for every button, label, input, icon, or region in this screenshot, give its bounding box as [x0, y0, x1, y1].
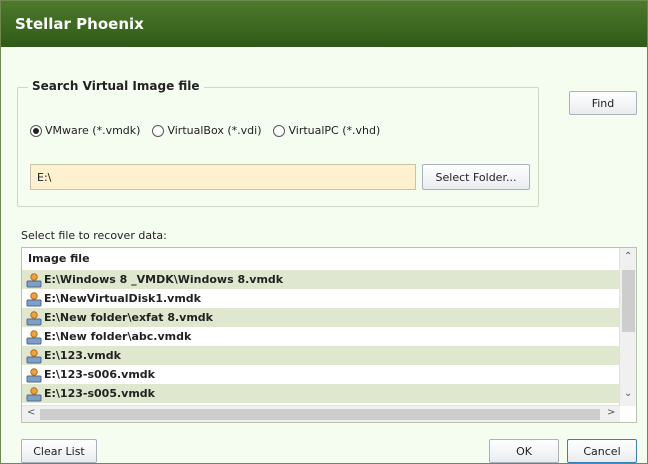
horizontal-scroll-thumb[interactable] [40, 409, 600, 420]
image-file-list[interactable]: Image file E:\Windows 8 _VMDK\Windows 8.… [21, 247, 637, 423]
radio-label: VMware (*.vmdk) [45, 124, 141, 137]
disk-user-icon [26, 386, 42, 402]
column-header-image-file[interactable]: Image file [22, 248, 620, 270]
radio-label: VirtualPC (*.vhd) [288, 124, 381, 137]
list-item-label: E:\123.vmdk [44, 349, 121, 362]
radio-vmware[interactable]: VMware (*.vmdk) [30, 124, 140, 137]
scroll-up-arrow-icon[interactable]: ⌃ [624, 251, 632, 262]
cancel-button[interactable]: Cancel [567, 439, 637, 463]
ok-button[interactable]: OK [489, 439, 559, 463]
disk-user-icon [26, 348, 42, 364]
list-item[interactable]: E:\New folder\abc.vmdk [22, 327, 620, 346]
list-item[interactable]: E:\Windows 8 _VMDK\Windows 8.vmdk [22, 270, 620, 289]
folder-path-input[interactable] [30, 164, 416, 190]
image-type-radio-group: VMware (*.vmdk) VirtualBox (*.vdi) Virtu… [30, 124, 392, 137]
vertical-scroll-thumb[interactable] [622, 270, 635, 332]
list-item[interactable]: E:\123-s005.vmdk [22, 384, 620, 403]
list-item[interactable]: E:\NewVirtualDisk1.vmdk [22, 289, 620, 308]
list-item-label: E:\123-s005.vmdk [44, 387, 155, 400]
list-item-label: E:\123-s006.vmdk [44, 368, 155, 381]
search-virtual-image-group: Search Virtual Image file VMware (*.vmdk… [17, 79, 539, 207]
list-item[interactable]: E:\123.vmdk [22, 346, 620, 365]
list-item-label: E:\Windows 8 _VMDK\Windows 8.vmdk [44, 273, 284, 286]
scroll-down-arrow-icon[interactable]: ⌄ [624, 388, 632, 399]
radio-virtualpc[interactable]: VirtualPC (*.vhd) [273, 124, 380, 137]
list-item[interactable]: E:\123-s006.vmdk [22, 365, 620, 384]
window-title: Stellar Phoenix [1, 1, 647, 47]
disk-user-icon [26, 329, 42, 345]
disk-user-icon [26, 310, 42, 326]
disk-user-icon [26, 367, 42, 383]
horizontal-scrollbar[interactable]: < > [22, 405, 620, 422]
radio-indicator[interactable] [152, 124, 165, 137]
scroll-right-arrow-icon[interactable]: > [607, 407, 615, 418]
app-window: Stellar Phoenix Search Virtual Image fil… [0, 0, 648, 464]
radio-virtualbox[interactable]: VirtualBox (*.vdi) [152, 124, 261, 137]
list-item-label: E:\NewVirtualDisk1.vmdk [44, 292, 201, 305]
select-folder-button[interactable]: Select Folder... [422, 164, 530, 190]
radio-indicator[interactable] [273, 124, 286, 137]
list-item-label: E:\New folder\abc.vmdk [44, 330, 192, 343]
list-item[interactable]: E:\New folder\exfat 8.vmdk [22, 308, 620, 327]
vertical-scrollbar[interactable]: ⌃ ⌄ [619, 248, 636, 406]
disk-user-icon [26, 291, 42, 307]
radio-label: VirtualBox (*.vdi) [167, 124, 262, 137]
list-caption: Select file to recover data: [21, 229, 167, 242]
scroll-left-arrow-icon[interactable]: < [27, 407, 35, 418]
group-legend: Search Virtual Image file [28, 79, 204, 93]
clear-list-button[interactable]: Clear List [21, 439, 97, 463]
list-item-label: E:\New folder\exfat 8.vmdk [44, 311, 213, 324]
radio-indicator-checked[interactable] [30, 124, 42, 137]
find-button[interactable]: Find [569, 91, 637, 115]
disk-user-icon [26, 272, 42, 288]
